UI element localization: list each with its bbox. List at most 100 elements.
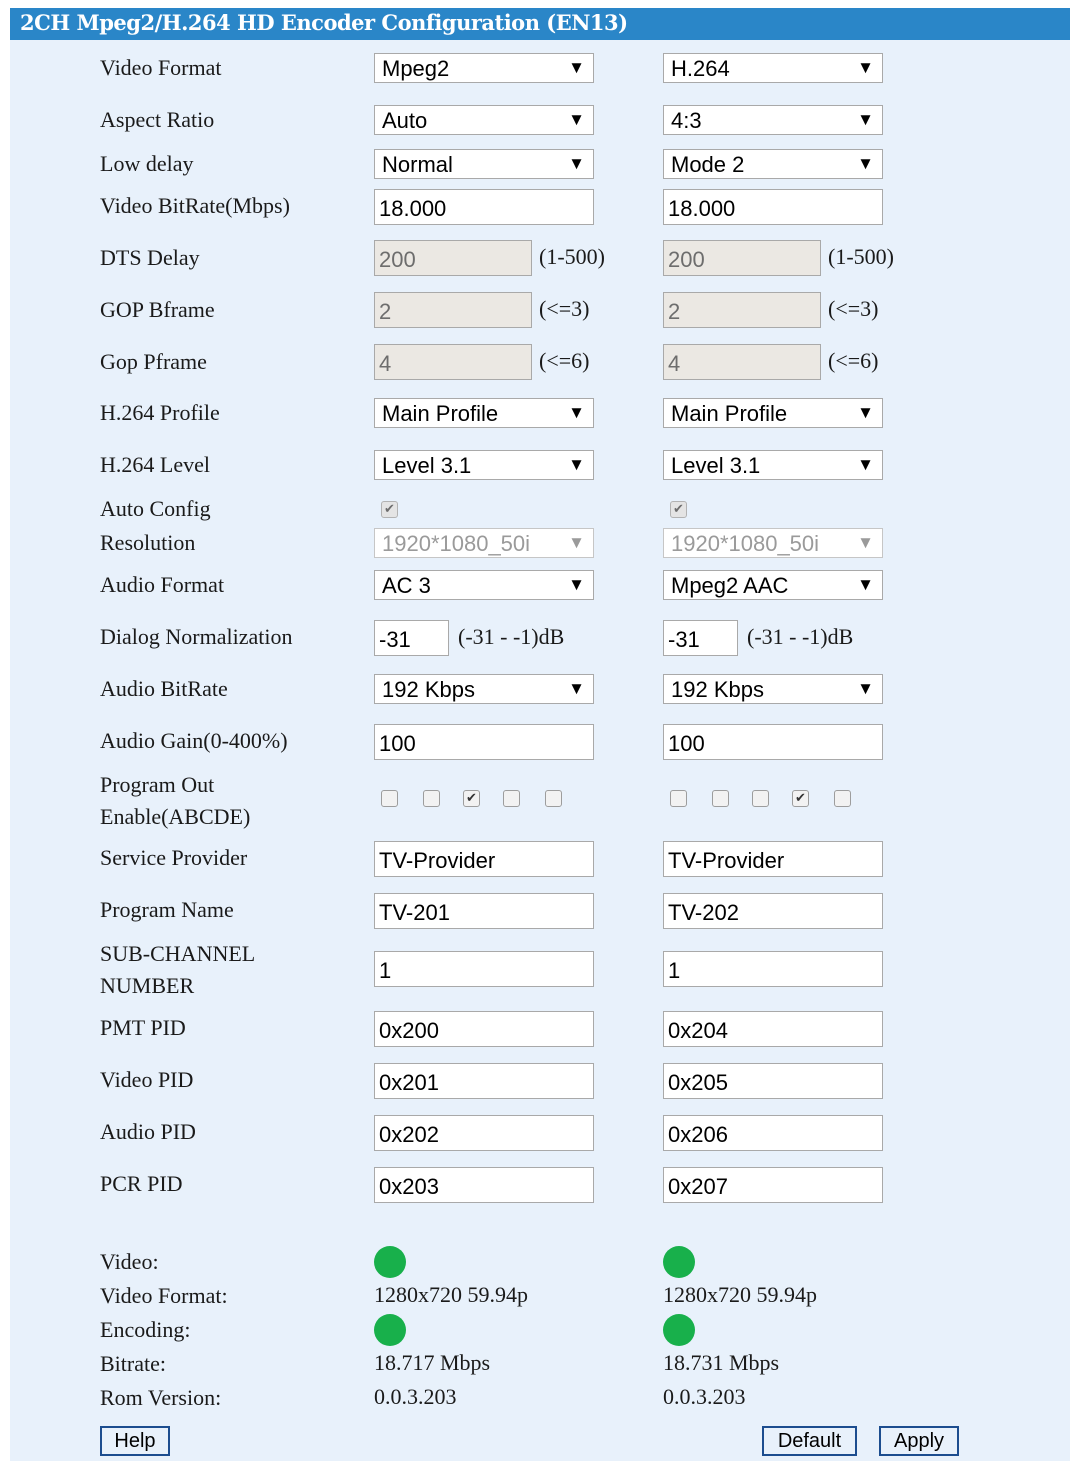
label-dts-delay: DTS Delay: [100, 245, 200, 270]
triangle-down-icon: ▼: [857, 533, 874, 552]
ch1-program-name-value: TV-201: [379, 900, 450, 925]
ch2-dialog-normalization-range: (-31 - -1)dB: [747, 624, 854, 649]
ch1-audio-gain-input[interactable]: 100: [374, 724, 594, 760]
ch1-resolution-value: 1920*1080_50i: [382, 531, 531, 556]
ch2-low-delay-select[interactable]: Mode 2 ▼: [663, 149, 883, 179]
ch1-audio-bitrate-select[interactable]: 192 Kbps ▼: [374, 674, 594, 704]
ch1-program-out-a-checkbox[interactable]: [381, 790, 398, 807]
label-status-bitrate: Bitrate:: [100, 1351, 166, 1376]
ch1-video-pid-value: 0x201: [379, 1070, 439, 1095]
triangle-down-icon: ▼: [568, 455, 585, 474]
ch1-pcr-pid-input[interactable]: 0x203: [374, 1167, 594, 1203]
apply-button[interactable]: Apply: [879, 1426, 959, 1456]
ch1-program-out-b-checkbox[interactable]: [423, 790, 440, 807]
ch2-sub-channel-input[interactable]: 1: [663, 951, 883, 987]
page-title: 2CH Mpeg2/H.264 HD Encoder Configuration…: [20, 10, 628, 35]
label-status-encoding: Encoding:: [100, 1317, 191, 1342]
ch2-service-provider-value: TV-Provider: [668, 848, 785, 873]
label-video-bitrate: Video BitRate(Mbps): [100, 193, 290, 218]
ch2-audio-pid-input[interactable]: 0x206: [663, 1115, 883, 1151]
ch2-h264-level-value: Level 3.1: [671, 453, 761, 478]
ch2-audio-gain-input[interactable]: 100: [663, 724, 883, 760]
ch2-h264-level-select[interactable]: Level 3.1 ▼: [663, 450, 883, 480]
triangle-down-icon: ▼: [568, 403, 585, 422]
ch1-video-format-select[interactable]: Mpeg2 ▼: [374, 53, 594, 83]
ch1-program-out-c-checkbox[interactable]: ✔: [463, 790, 480, 807]
ch1-video-pid-input[interactable]: 0x201: [374, 1063, 594, 1099]
ch1-pmt-pid-input[interactable]: 0x200: [374, 1011, 594, 1047]
ch2-program-out-e-checkbox[interactable]: [834, 790, 851, 807]
ch1-pcr-pid-value: 0x203: [379, 1174, 439, 1199]
ch2-audio-bitrate-select[interactable]: 192 Kbps ▼: [663, 674, 883, 704]
ch1-auto-config-checkbox[interactable]: ✔: [381, 501, 398, 518]
ch1-aspect-ratio-select[interactable]: Auto ▼: [374, 105, 594, 135]
label-audio-format: Audio Format: [100, 572, 225, 597]
ch2-dialog-normalization-input[interactable]: -31: [663, 620, 738, 656]
label-program-name: Program Name: [100, 897, 234, 922]
label-h264-profile: H.264 Profile: [100, 400, 220, 425]
ch1-dts-delay-range: (1-500): [539, 244, 605, 269]
ch2-program-name-value: TV-202: [668, 900, 739, 925]
ch2-low-delay-value: Mode 2: [671, 152, 745, 177]
label-video-format: Video Format: [100, 55, 222, 80]
ch2-encoding-status-icon: [663, 1314, 695, 1346]
triangle-down-icon: ▼: [857, 575, 874, 594]
ch1-program-out-e-checkbox[interactable]: [545, 790, 562, 807]
ch1-audio-bitrate-value: 192 Kbps: [382, 677, 475, 702]
ch2-video-status-icon: [663, 1246, 695, 1278]
ch1-dialog-normalization-value: -31: [379, 627, 411, 652]
ch2-h264-profile-select[interactable]: Main Profile ▼: [663, 398, 883, 428]
ch1-audio-format-select[interactable]: AC 3 ▼: [374, 570, 594, 600]
ch1-encoding-status-icon: [374, 1314, 406, 1346]
ch2-program-out-d-checkbox[interactable]: ✔: [792, 790, 809, 807]
ch1-pmt-pid-value: 0x200: [379, 1018, 439, 1043]
ch1-gop-bframe-input: 2: [374, 292, 532, 328]
checkmark-icon: ✔: [384, 502, 395, 517]
triangle-down-icon: ▼: [857, 679, 874, 698]
ch2-program-out-a-checkbox[interactable]: [670, 790, 687, 807]
help-button[interactable]: Help: [100, 1426, 170, 1456]
label-sub-channel: SUB-CHANNEL: [100, 941, 256, 966]
ch1-video-bitrate-input[interactable]: 18.000: [374, 189, 594, 225]
ch2-audio-format-select[interactable]: Mpeg2 AAC ▼: [663, 570, 883, 600]
ch1-program-out-d-checkbox[interactable]: [503, 790, 520, 807]
label-service-provider: Service Provider: [100, 845, 248, 870]
ch1-audio-pid-input[interactable]: 0x202: [374, 1115, 594, 1151]
ch1-h264-level-select[interactable]: Level 3.1 ▼: [374, 450, 594, 480]
label-gop-bframe: GOP Bframe: [100, 297, 215, 322]
ch1-low-delay-select[interactable]: Normal ▼: [374, 149, 594, 179]
ch2-aspect-ratio-select[interactable]: 4:3 ▼: [663, 105, 883, 135]
ch1-sub-channel-input[interactable]: 1: [374, 951, 594, 987]
ch1-h264-profile-select[interactable]: Main Profile ▼: [374, 398, 594, 428]
triangle-down-icon: ▼: [568, 679, 585, 698]
ch2-video-bitrate-value: 18.000: [668, 196, 736, 221]
label-audio-bitrate: Audio BitRate: [100, 676, 228, 701]
ch2-video-format-select[interactable]: H.264 ▼: [663, 53, 883, 83]
ch2-pcr-pid-input[interactable]: 0x207: [663, 1167, 883, 1203]
ch2-h264-profile-value: Main Profile: [671, 401, 788, 426]
ch2-gop-pframe-input: 4: [663, 344, 821, 380]
ch1-service-provider-input[interactable]: TV-Provider: [374, 841, 594, 877]
ch2-gop-pframe-value: 4: [668, 351, 681, 376]
ch2-video-pid-input[interactable]: 0x205: [663, 1063, 883, 1099]
ch1-status-rom-version: 0.0.3.203: [374, 1384, 457, 1409]
label-dialog-normalization: Dialog Normalization: [100, 624, 293, 649]
ch1-dts-delay-value: 200: [379, 247, 416, 272]
ch2-service-provider-input[interactable]: TV-Provider: [663, 841, 883, 877]
ch2-program-out-b-checkbox[interactable]: [712, 790, 729, 807]
ch2-video-bitrate-input[interactable]: 18.000: [663, 189, 883, 225]
ch1-dialog-normalization-range: (-31 - -1)dB: [458, 624, 565, 649]
ch2-pmt-pid-input[interactable]: 0x204: [663, 1011, 883, 1047]
ch2-video-format-value: H.264: [671, 56, 730, 81]
ch2-program-out-c-checkbox[interactable]: [752, 790, 769, 807]
default-button[interactable]: Default: [762, 1426, 857, 1456]
ch2-gop-bframe-input: 2: [663, 292, 821, 328]
ch1-dialog-normalization-input[interactable]: -31: [374, 620, 449, 656]
ch2-auto-config-checkbox[interactable]: ✔: [670, 501, 687, 518]
ch1-dts-delay-input: 200: [374, 240, 532, 276]
ch2-dts-delay-input: 200: [663, 240, 821, 276]
ch2-audio-format-value: Mpeg2 AAC: [671, 573, 789, 598]
ch1-audio-format-value: AC 3: [382, 573, 431, 598]
ch1-program-name-input[interactable]: TV-201: [374, 893, 594, 929]
ch2-program-name-input[interactable]: TV-202: [663, 893, 883, 929]
